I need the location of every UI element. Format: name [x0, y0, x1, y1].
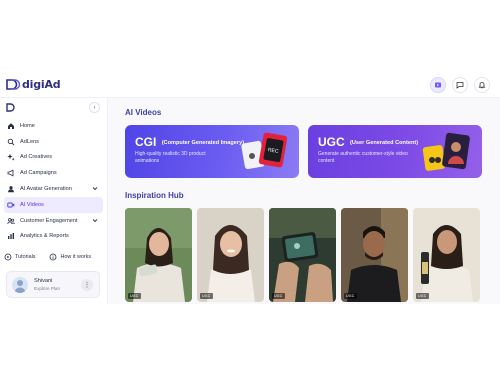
users-icon: [6, 216, 15, 225]
app-window: digiAd ‹ Home AdLens Ad Creatives Ad Cam…: [0, 72, 500, 304]
ai-videos-heading: AI Videos: [125, 108, 162, 117]
more-options-button[interactable]: ⋮: [81, 279, 93, 291]
ugc-description: Generate authentic customer-style video …: [318, 151, 408, 164]
cgi-card-title: CGI (Computer Generated Imagery): [135, 135, 244, 149]
video-thumbnail-image: [125, 208, 192, 302]
brand-logo[interactable]: digiAd: [6, 78, 61, 91]
megaphone-icon: [6, 169, 15, 178]
chevron-down-icon[interactable]: [92, 186, 98, 191]
ugc-tag: UGC: [128, 293, 141, 299]
inspiration-gallery: UGC UGC UGC UGC UGC: [125, 208, 480, 302]
home-icon: [6, 121, 15, 130]
main-content: AI Videos CGI (Computer Generated Imager…: [108, 98, 500, 304]
avatar: [12, 277, 28, 293]
logo-mark-icon: [6, 79, 20, 90]
sidebar-item-analytics-reports[interactable]: Analytics & Reports: [0, 229, 107, 245]
sidebar-logo-icon: [6, 103, 15, 112]
more-vertical-icon: ⋮: [83, 282, 91, 289]
inspiration-video-thumbnail[interactable]: UGC: [413, 208, 480, 302]
sidebar-item-customer-engagement[interactable]: Customer Engagement: [0, 213, 107, 229]
video-type-cards: CGI (Computer Generated Imagery) High-qu…: [125, 125, 482, 178]
top-bar: digiAd: [0, 72, 500, 98]
info-icon: [50, 253, 57, 261]
user-plan: Explore Plan: [34, 286, 61, 291]
help-links: Tutorials How it works: [4, 249, 104, 265]
sidebar-item-label: AdLens: [20, 138, 39, 145]
sidebar-item-label: Ad Campaigns: [20, 170, 57, 177]
ugc-tag: UGC: [272, 293, 285, 299]
search-icon: [6, 137, 15, 146]
sidebar-item-label: Customer Engagement: [20, 217, 78, 224]
sidebar-item-label: Analytics & Reports: [20, 233, 69, 240]
sidebar-item-ai-videos[interactable]: AI Videos: [4, 196, 103, 213]
ugc-card[interactable]: UGC (User Generated Content) Generate au…: [308, 125, 482, 178]
inspiration-video-thumbnail[interactable]: UGC: [341, 208, 408, 302]
cgi-card[interactable]: CGI (Computer Generated Imagery) High-qu…: [125, 125, 299, 178]
cgi-illustration-icon: REC: [241, 132, 288, 170]
user-profile-card[interactable]: Shivani Explore Plan ⋮: [6, 271, 100, 298]
sidebar-item-label: Ad Creatives: [20, 154, 53, 161]
brand-name: digiAd: [22, 78, 61, 91]
chat-button[interactable]: [452, 77, 468, 93]
ugc-title: UGC: [318, 135, 345, 149]
ugc-tag: UGC: [344, 293, 357, 299]
media-icon: [435, 82, 441, 88]
sidebar-item-label: AI Avatar Generation: [20, 186, 72, 193]
ugc-card-title: UGC (User Generated Content): [318, 135, 418, 149]
chevron-left-icon: ‹: [93, 104, 96, 111]
bell-icon: [478, 82, 486, 89]
cgi-title: CGI: [135, 135, 157, 149]
notifications-button[interactable]: [474, 77, 490, 93]
inspiration-video-thumbnail[interactable]: UGC: [269, 208, 336, 302]
sidebar-item-adlens[interactable]: AdLens: [0, 134, 107, 150]
inspiration-video-thumbnail[interactable]: UGC: [197, 208, 264, 302]
collapse-sidebar-button[interactable]: ‹: [89, 102, 100, 113]
how-it-works-label: How it works: [60, 254, 92, 260]
inspiration-hub-heading: Inspiration Hub: [125, 191, 184, 200]
cgi-subtitle: (Computer Generated Imagery): [161, 140, 245, 146]
inspiration-video-thumbnail[interactable]: UGC: [125, 208, 192, 302]
video-thumbnail-image: [269, 208, 336, 302]
sparkle-icon: [6, 153, 15, 162]
chart-icon: [6, 232, 15, 241]
video-thumbnail-image: [197, 208, 264, 302]
sidebar-item-label: Home: [20, 122, 35, 129]
chevron-down-icon[interactable]: [92, 218, 98, 223]
tutorials-link[interactable]: Tutorials: [4, 253, 35, 261]
media-button[interactable]: [430, 77, 446, 93]
video-icon: [6, 200, 15, 209]
sidebar-item-home[interactable]: Home: [0, 118, 107, 134]
how-it-works-link[interactable]: How it works: [49, 253, 91, 261]
ugc-subtitle: (User Generated Content): [350, 140, 419, 146]
chat-icon: [456, 82, 464, 89]
sidebar-item-ad-creatives[interactable]: Ad Creatives: [0, 150, 107, 166]
play-circle-icon: [4, 253, 12, 261]
video-thumbnail-image: [413, 208, 480, 302]
sidebar-item-ai-avatar-generation[interactable]: AI Avatar Generation: [0, 181, 107, 197]
ugc-illustration-icon: [422, 132, 470, 171]
sidebar-item-ad-campaigns[interactable]: Ad Campaigns: [0, 165, 107, 181]
ugc-tag: UGC: [200, 293, 213, 299]
user-name: Shivani: [34, 278, 53, 284]
avatar-icon: [6, 185, 15, 194]
ugc-tag: UGC: [416, 293, 429, 299]
sidebar-item-label: AI Videos: [20, 201, 44, 208]
cgi-description: High-quality realistic 3D product animat…: [135, 151, 206, 164]
tutorials-label: Tutorials: [15, 254, 36, 260]
video-thumbnail-image: [341, 208, 408, 302]
sidebar-nav: Home AdLens Ad Creatives Ad Campaigns AI…: [0, 118, 107, 244]
sidebar: ‹ Home AdLens Ad Creatives Ad Campaigns: [0, 98, 108, 304]
